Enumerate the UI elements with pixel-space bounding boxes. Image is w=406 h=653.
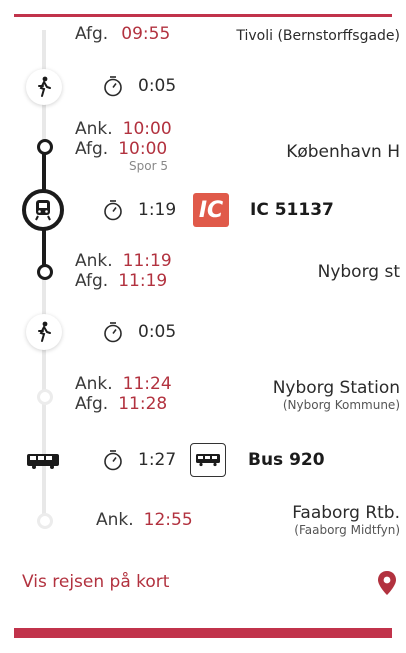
- nyborg-station-times: Ank. 11:24 Afg. 11:28: [75, 374, 172, 414]
- show-on-map-link[interactable]: Vis rejsen på kort: [22, 572, 169, 592]
- stop-node: [37, 264, 53, 280]
- top-place: Tivoli (Bernstorffsgade): [236, 28, 400, 44]
- stopwatch-icon: [103, 449, 123, 475]
- stop-node: [37, 139, 53, 155]
- nyborg-st-times: Ank. 11:19 Afg. 11:19: [75, 251, 172, 291]
- bottom-divider: [14, 628, 392, 638]
- stopwatch-icon: [103, 321, 123, 347]
- bus-duration: 1:27: [138, 450, 177, 470]
- walk-icon: [26, 69, 62, 105]
- faaborg-place: Faaborg Rtb. (Faaborg Midtfyn): [292, 503, 400, 537]
- top-divider: [14, 14, 392, 17]
- stopwatch-icon: [103, 199, 123, 225]
- bus-icon: [26, 452, 60, 474]
- map-pin-icon[interactable]: [377, 570, 397, 600]
- bus-badge-icon: [190, 443, 226, 477]
- stopwatch-icon: [103, 75, 123, 101]
- walk-1-duration: 0:05: [138, 76, 177, 96]
- faaborg-times: Ank. 12:55: [96, 510, 193, 530]
- train-icon: [22, 189, 64, 231]
- stop-node: [37, 389, 53, 405]
- train-name: IC 51137: [250, 200, 334, 220]
- walk-2-duration: 0:05: [138, 322, 177, 342]
- stop-node: [37, 513, 53, 529]
- train-duration: 1:19: [138, 200, 177, 220]
- bus-name: Bus 920: [248, 450, 325, 470]
- kbh-place: København H: [286, 142, 400, 162]
- top-departure: Afg. 09:55: [75, 24, 171, 44]
- nyborg-station-place: Nyborg Station (Nyborg Kommune): [272, 378, 400, 412]
- kbh-times: Ank. 10:00 Afg. 10:00 Spor 5: [75, 119, 172, 173]
- nyborg-st-place: Nyborg st: [317, 262, 400, 282]
- ic-badge: IC: [193, 193, 229, 227]
- walk-icon: [26, 314, 62, 350]
- track-label: Spor 5: [129, 159, 168, 173]
